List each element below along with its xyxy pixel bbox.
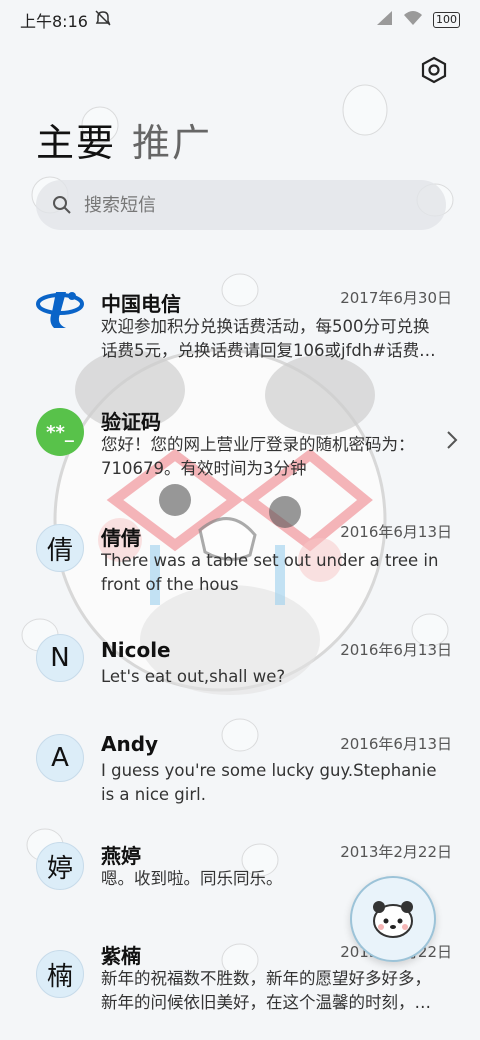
panda-face-icon xyxy=(373,901,413,938)
preview-line: 710679。有效时间为3分钟 xyxy=(101,459,307,478)
preview-line: 您好！您的网上营业厅登录的随机密码为： xyxy=(101,435,415,454)
settings-button[interactable] xyxy=(416,52,452,88)
message-preview: 欢迎参加积分兑换话费活动，每500分可兑换 话费5元，兑换话费请回复106或jf… xyxy=(101,315,451,363)
search-input[interactable] xyxy=(82,193,406,217)
contact-name: 中国电信 xyxy=(101,292,181,316)
contact-avatar: 婷 xyxy=(36,842,84,890)
contact-name: 倩倩 xyxy=(101,526,141,550)
chevron-right-icon xyxy=(446,430,458,454)
message-date: 2016年6月13日 xyxy=(340,735,452,753)
contact-name: 紫楠 xyxy=(101,944,141,968)
message-preview: I guess you're some lucky guy.Stephanie … xyxy=(101,759,451,807)
preview-line: front of the hous xyxy=(101,575,239,594)
preview-line: Let's eat out,shall we? xyxy=(101,667,286,686)
preview-line: is a nice girl. xyxy=(101,785,206,804)
compose-button[interactable] xyxy=(350,876,436,962)
signal-icon xyxy=(375,10,393,30)
verification-code-avatar: **_ xyxy=(36,408,84,456)
contact-avatar: 楠 xyxy=(36,950,84,998)
message-date: 2017年6月30日 xyxy=(340,289,452,307)
message-preview: Let's eat out,shall we? xyxy=(101,665,451,689)
tab-main[interactable]: 主要 xyxy=(36,112,116,167)
preview-line: 新年的问候依旧美好，在这个温馨的时刻，… xyxy=(101,993,431,1012)
message-preview: There was a table set out under a tree i… xyxy=(101,549,451,597)
conversation-item-nicole[interactable]: N Nicole 2016年6月13日 Let's eat out,shall … xyxy=(0,622,480,716)
preview-line: I guess you're some lucky guy.Stephanie xyxy=(101,761,437,780)
mute-icon xyxy=(94,9,112,31)
contact-name: 验证码 xyxy=(101,410,161,434)
search-icon xyxy=(53,196,71,214)
status-right: 100 xyxy=(375,10,460,30)
preview-line: 欢迎参加积分兑换话费活动，每500分可兑换 xyxy=(101,317,430,336)
category-tabs: 主要 推广 xyxy=(36,112,212,167)
conversation-item-telecom[interactable]: 中国电信 2017年6月30日 欢迎参加积分兑换话费活动，每500分可兑换 话费… xyxy=(0,268,480,386)
conversation-item-verification[interactable]: **_ 验证码 您好！您的网上营业厅登录的随机密码为： 710679。有效时间为… xyxy=(0,386,480,504)
tab-promotion[interactable]: 推广 xyxy=(132,112,212,167)
battery-level: 100 xyxy=(433,12,460,28)
contact-name: Nicole xyxy=(101,638,171,662)
contact-avatar: A xyxy=(36,734,84,782)
telecom-logo-icon xyxy=(36,284,84,332)
status-left: 上午8:16 xyxy=(20,8,112,32)
contact-avatar: N xyxy=(36,634,84,682)
battery-icon: 100 xyxy=(433,12,460,28)
contact-name: Andy xyxy=(101,732,159,756)
search-bar[interactable] xyxy=(36,180,446,230)
hexagon-settings-icon xyxy=(421,56,447,84)
message-preview: 您好！您的网上营业厅登录的随机密码为： 710679。有效时间为3分钟 xyxy=(101,433,451,481)
message-date: 2016年6月13日 xyxy=(340,523,452,541)
preview-line: 新年的祝福数不胜数，新年的愿望好多好多， xyxy=(101,969,431,988)
contact-avatar: 倩 xyxy=(36,524,84,572)
conversation-item-qianqian[interactable]: 倩 倩倩 2016年6月13日 There was a table set ou… xyxy=(0,504,480,622)
message-date: 2016年6月13日 xyxy=(340,641,452,659)
wifi-icon xyxy=(403,10,423,30)
preview-line: There was a table set out under a tree i… xyxy=(101,551,439,570)
status-time: 上午8:16 xyxy=(20,12,88,31)
message-date: 2013年2月22日 xyxy=(340,843,452,861)
contact-name: 燕婷 xyxy=(101,844,141,868)
preview-line: 话费5元，兑换话费请回复106或jfdh#话费… xyxy=(101,341,436,360)
conversation-item-andy[interactable]: A Andy 2016年6月13日 I guess you're some lu… xyxy=(0,716,480,830)
status-bar: 上午8:16 100 xyxy=(0,0,480,40)
message-preview: 新年的祝福数不胜数，新年的愿望好多好多， 新年的问候依旧美好，在这个温馨的时刻，… xyxy=(101,967,451,1015)
